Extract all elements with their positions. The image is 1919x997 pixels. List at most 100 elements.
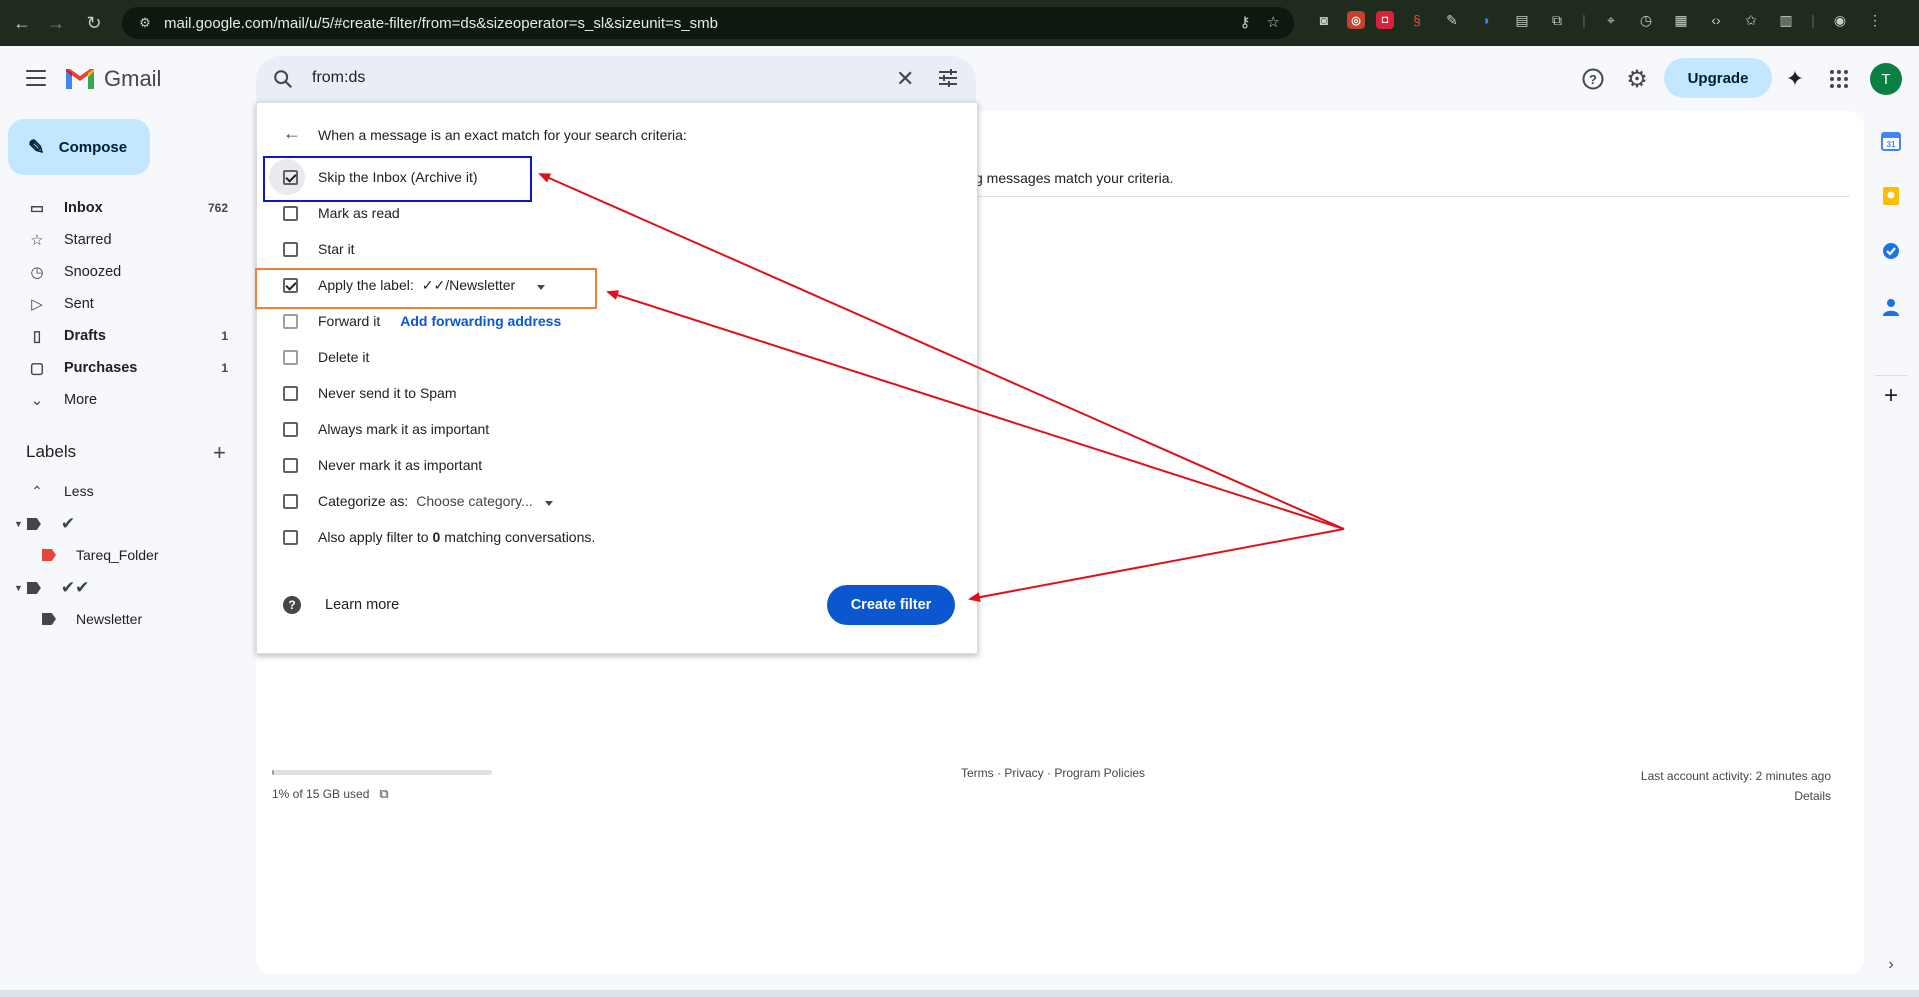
- feather-extension-icon[interactable]: ✎: [1440, 8, 1464, 32]
- apps-grid-dots: [1830, 70, 1848, 88]
- sidebar-item-more[interactable]: ⌄ More: [0, 384, 240, 416]
- d-extension-icon[interactable]: ◗: [1475, 8, 1499, 32]
- create-filter-button[interactable]: Create filter: [827, 585, 955, 625]
- delete-it-checkbox[interactable]: [283, 349, 298, 365]
- storage-usage[interactable]: 1% of 15 GB used ⧉: [272, 786, 389, 802]
- option-never-spam[interactable]: Never send it to Spam: [283, 381, 457, 405]
- clock-icon: ◷: [30, 264, 44, 281]
- option-mark-read[interactable]: Mark as read: [283, 201, 400, 225]
- sidebar-item-less[interactable]: ⌃ Less: [28, 478, 93, 504]
- camera-extension-icon[interactable]: ◙: [1312, 8, 1336, 32]
- show-side-panel-icon[interactable]: ›: [1880, 954, 1902, 976]
- never-important-checkbox[interactable]: [283, 457, 298, 473]
- inbox-count: 762: [207, 201, 228, 215]
- settings-gear-icon[interactable]: ⚙: [1624, 66, 1650, 93]
- external-link-icon[interactable]: ⧉: [379, 786, 388, 802]
- favorites-icon[interactable]: ✩: [1739, 8, 1763, 32]
- bookmark-star-icon[interactable]: ☆: [1267, 13, 1280, 31]
- gmail-logo[interactable]: Gmail: [64, 66, 161, 92]
- red-extension-icon[interactable]: ◎: [1347, 11, 1365, 29]
- add-label-icon[interactable]: +: [213, 440, 226, 466]
- sidebar-item-purchases[interactable]: ▢ Purchases 1: [0, 352, 240, 384]
- search-bar[interactable]: from:ds ✕: [256, 56, 976, 102]
- upgrade-button[interactable]: Upgrade: [1664, 58, 1772, 98]
- main-menu-icon[interactable]: [24, 66, 48, 90]
- star-it-checkbox[interactable]: [283, 241, 298, 257]
- annotation-highlight-orange: [255, 268, 597, 309]
- tab-grid-icon[interactable]: ▦: [1669, 8, 1693, 32]
- always-important-checkbox[interactable]: [283, 421, 298, 437]
- compose-label: Compose: [58, 138, 128, 156]
- add-addon-icon[interactable]: +: [1880, 382, 1902, 409]
- search-options-icon[interactable]: [936, 66, 960, 90]
- calendar-icon[interactable]: 31: [1880, 130, 1902, 152]
- option-label: Categorize as:: [318, 493, 409, 509]
- option-always-important[interactable]: Always mark it as important: [283, 417, 489, 441]
- option-forward-it[interactable]: Forward it Add forwarding address: [283, 309, 561, 333]
- address-bar[interactable]: ⚙ mail.google.com/mail/u/5/#create-filte…: [122, 7, 1294, 39]
- details-link[interactable]: Details: [1641, 786, 1831, 806]
- sidebar-item-starred[interactable]: ☆ Starred: [0, 224, 240, 256]
- label-item-double-check[interactable]: ▼ ✔✔: [14, 575, 89, 601]
- location-icon[interactable]: ⌖: [1599, 8, 1623, 32]
- pocket-extension-icon[interactable]: ◘: [1376, 11, 1394, 29]
- code-icon[interactable]: ‹›: [1704, 8, 1728, 32]
- gemini-sparkle-icon[interactable]: ✦: [1782, 66, 1808, 92]
- apps-grid-icon[interactable]: [1826, 66, 1852, 92]
- sidebar-item-sent[interactable]: ▷ Sent: [0, 288, 240, 320]
- never-spam-checkbox[interactable]: [283, 385, 298, 401]
- clear-search-icon[interactable]: ✕: [896, 66, 914, 92]
- footer-links[interactable]: Terms · Privacy · Program Policies: [961, 766, 1145, 780]
- option-categorize[interactable]: Categorize as: Choose category...: [283, 489, 553, 513]
- sidebar-item-inbox[interactable]: ▭ Inbox 762: [0, 192, 240, 224]
- s-extension-icon[interactable]: §: [1405, 8, 1429, 32]
- password-key-icon[interactable]: ⚷: [1240, 13, 1251, 31]
- also-apply-checkbox[interactable]: [283, 529, 298, 545]
- option-star-it[interactable]: Star it: [283, 237, 355, 261]
- label-item-check[interactable]: ▼ ✔: [14, 511, 75, 537]
- profile-icon[interactable]: ◉: [1828, 8, 1852, 32]
- search-input[interactable]: from:ds: [312, 69, 365, 87]
- browser-menu-icon[interactable]: ⋮: [1863, 8, 1887, 32]
- no-match-text: g messages match your criteria.: [975, 170, 1174, 186]
- expand-caret-icon[interactable]: ▼: [14, 583, 23, 593]
- forward-it-checkbox[interactable]: [283, 313, 298, 329]
- expand-caret-icon[interactable]: ▼: [14, 519, 23, 529]
- option-label: matching conversations.: [444, 529, 596, 545]
- option-never-important[interactable]: Never mark it as important: [283, 453, 482, 477]
- account-avatar[interactable]: T: [1870, 63, 1902, 95]
- storage-fill: [272, 770, 275, 775]
- label-name: Tareq_Folder: [76, 547, 159, 563]
- back-arrow-icon[interactable]: ←: [6, 7, 38, 39]
- forward-arrow-icon[interactable]: →: [40, 7, 72, 39]
- contacts-icon[interactable]: [1880, 296, 1902, 318]
- label-item-tareq-folder[interactable]: Tareq_Folder: [42, 542, 159, 568]
- mark-read-checkbox[interactable]: [283, 205, 298, 221]
- category-select[interactable]: Choose category...: [416, 493, 553, 509]
- add-forwarding-address-link[interactable]: Add forwarding address: [400, 313, 561, 329]
- option-delete-it[interactable]: Delete it: [283, 345, 369, 369]
- label-item-newsletter[interactable]: Newsletter: [42, 606, 142, 632]
- learn-more-row[interactable]: ? Learn more: [283, 596, 399, 614]
- sidebar-item-drafts[interactable]: ▯ Drafts 1: [0, 320, 240, 352]
- sidebar-item-label: Starred: [64, 232, 112, 248]
- reader-extension-icon[interactable]: ▤: [1510, 8, 1534, 32]
- learn-more-link[interactable]: Learn more: [325, 597, 399, 613]
- browser-toolbar: ← → ↻ ⚙ mail.google.com/mail/u/5/#create…: [0, 0, 1919, 46]
- filter-dialog-heading: When a message is an exact match for you…: [318, 127, 687, 143]
- horizontal-scrollbar[interactable]: [0, 990, 1919, 997]
- history-icon[interactable]: ◷: [1634, 8, 1658, 32]
- back-arrow-icon[interactable]: ←: [283, 123, 301, 144]
- puzzle-extension-icon[interactable]: ⧉: [1545, 8, 1569, 32]
- reload-icon[interactable]: ↻: [78, 7, 110, 39]
- site-info-icon[interactable]: ⚙: [136, 14, 154, 32]
- categorize-checkbox[interactable]: [283, 493, 298, 509]
- trash-icon[interactable]: ▥: [1774, 8, 1798, 32]
- help-icon[interactable]: ?: [1580, 66, 1606, 92]
- search-icon[interactable]: [272, 68, 294, 90]
- tasks-icon[interactable]: [1880, 240, 1902, 262]
- sidebar-item-snoozed[interactable]: ◷ Snoozed: [0, 256, 240, 288]
- keep-icon[interactable]: [1880, 185, 1902, 207]
- option-also-apply[interactable]: Also apply filter to 0 matching conversa…: [283, 525, 595, 549]
- compose-button[interactable]: ✎ Compose: [8, 119, 150, 175]
